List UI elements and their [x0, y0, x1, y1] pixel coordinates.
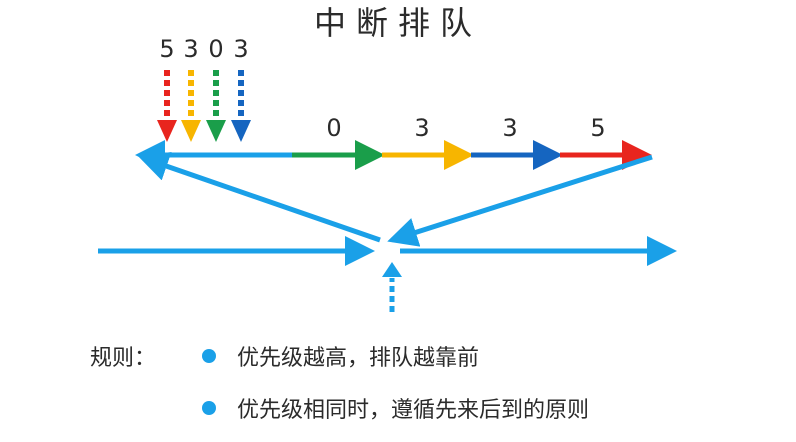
incoming-number-1: 5 [159, 35, 174, 63]
queue-number-2: 3 [414, 114, 429, 142]
diagonal-to-queue-arrow [138, 151, 381, 243]
bullet-icon [202, 401, 216, 415]
incoming-number-3: 0 [208, 35, 223, 63]
rules-label: 规则： [90, 346, 157, 371]
queue-number-4: 5 [590, 114, 605, 142]
interrupt-request-arrow [382, 262, 402, 312]
incoming-arrow-red [157, 70, 177, 142]
incoming-arrow-green [206, 70, 226, 142]
bullet-icon [202, 349, 216, 363]
rule-item-1-text: 优先级越高，排队越靠前 [237, 346, 480, 371]
interrupt-queue-diagram: 中断排队 5 3 0 3 0 3 3 5 [98, 4, 677, 312]
queue-number-3: 3 [502, 114, 517, 142]
incoming-number-2: 3 [183, 35, 198, 63]
incoming-arrow-blue [231, 70, 251, 142]
incoming-arrow-yellow [181, 70, 201, 142]
queue-number-1: 0 [326, 114, 341, 142]
rule-item-2-text: 优先级相同时，遵循先来后到的原则 [237, 398, 590, 423]
rule-item-1: 优先级越高，排队越靠前 [202, 340, 479, 372]
diagonal-from-queue-arrow [387, 154, 653, 247]
incoming-number-4: 3 [233, 35, 248, 63]
rule-item-2: 优先级相同时，遵循先来后到的原则 [202, 392, 589, 424]
diagram-title: 中断排队 [314, 4, 482, 42]
